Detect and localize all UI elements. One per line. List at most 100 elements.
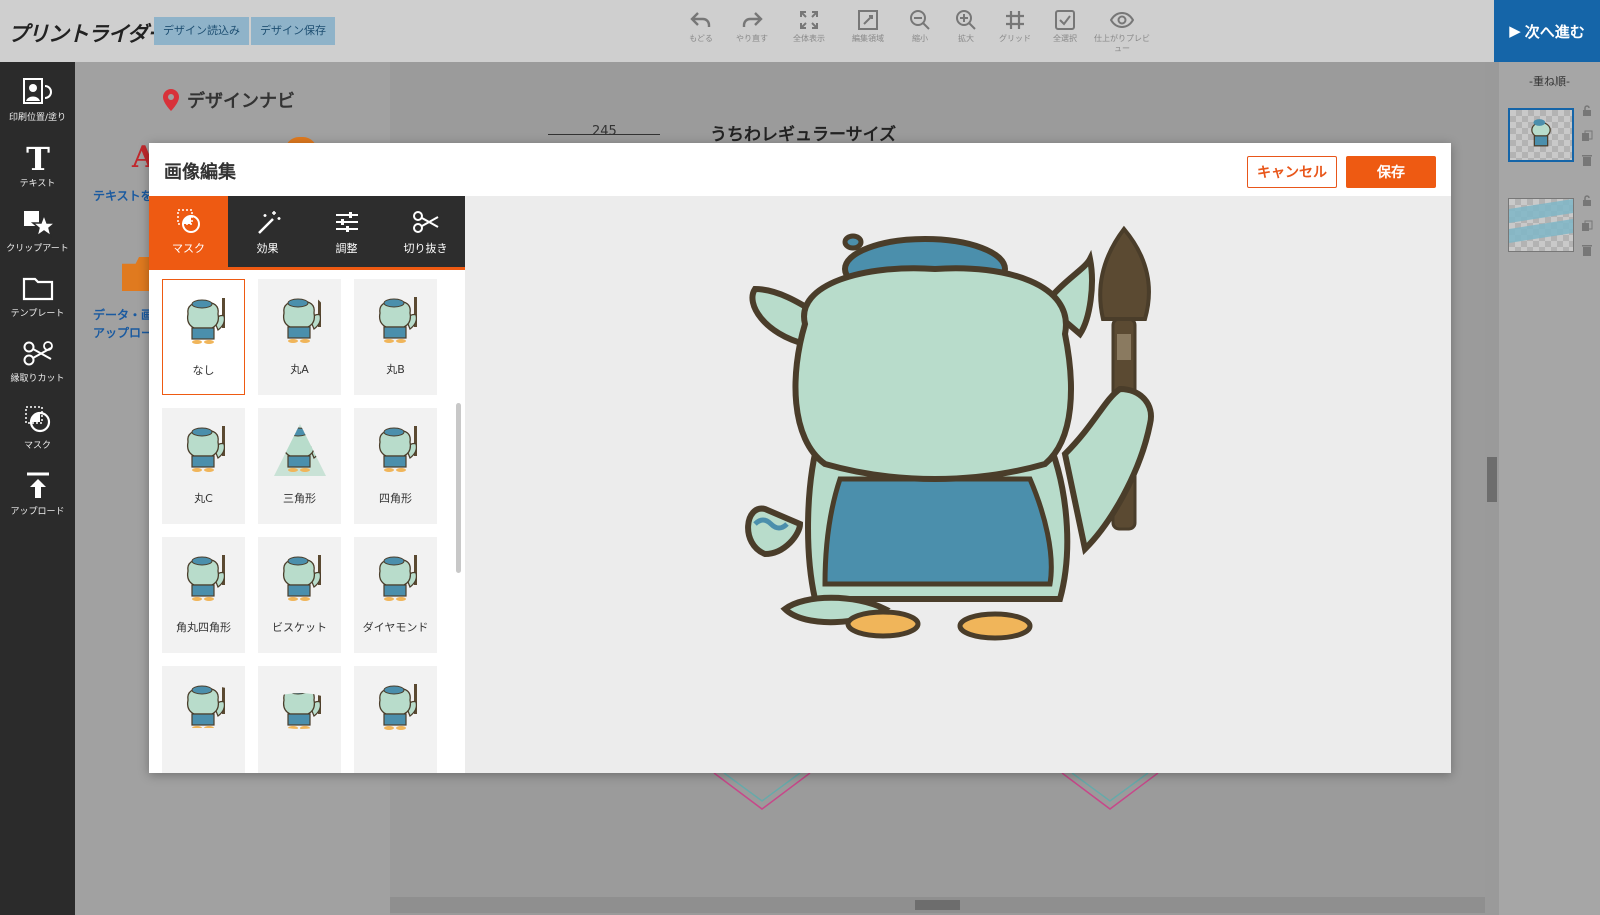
navi-link-upload[interactable]: アップロー bbox=[93, 324, 153, 341]
mask-preview-thumbnail bbox=[186, 426, 225, 472]
layer-copy-icon[interactable] bbox=[1581, 217, 1593, 231]
mask-option-label: ビスケット bbox=[272, 621, 327, 634]
mask-list-scrollbar[interactable] bbox=[456, 403, 461, 573]
uchiwa-outline-right bbox=[1061, 773, 1159, 810]
sidebar-item-clipart[interactable]: クリップアート bbox=[0, 207, 75, 254]
mask-icon bbox=[24, 406, 50, 433]
sidebar-item-text[interactable]: T テキスト bbox=[0, 142, 75, 189]
mask-preview-thumbnail bbox=[282, 297, 321, 343]
undo-icon bbox=[690, 12, 711, 27]
layer-item-character[interactable] bbox=[1508, 108, 1574, 162]
sidebar-item-outline-cut[interactable]: 縁取りカット bbox=[0, 337, 75, 384]
undo-button[interactable]: もどる bbox=[674, 8, 728, 44]
select-all-button[interactable]: 全選択 bbox=[1038, 8, 1092, 44]
navi-link-text[interactable]: テキストを bbox=[93, 187, 153, 204]
sidebar-label-text: テキスト bbox=[19, 179, 56, 189]
mask-option-label: 丸B bbox=[386, 363, 405, 376]
navi-link-data-image[interactable]: データ・画 bbox=[93, 306, 153, 323]
edit-area-button[interactable]: 編集領域 bbox=[841, 8, 895, 44]
image-edit-modal: 画像編集 キャンセル 保存 マスク 効果 調整 切り抜き なし 丸A 丸B 丸C 三角形… bbox=[149, 143, 1451, 773]
sidebar-label-mask: マスク bbox=[23, 441, 51, 451]
zoom-in-label: 拡大 bbox=[958, 34, 974, 43]
sidebar-label-template: テンプレート bbox=[10, 309, 65, 319]
sidebar-label-outline-cut: 縁取りカット bbox=[10, 374, 65, 384]
save-design-button[interactable]: デザイン保存 bbox=[251, 17, 335, 45]
layer-thumb-background bbox=[1509, 199, 1573, 243]
text-icon: T bbox=[26, 142, 50, 174]
load-design-button[interactable]: デザイン読込み bbox=[154, 17, 249, 45]
mask-option[interactable]: なし bbox=[162, 279, 245, 395]
mask-preview-thumbnail bbox=[378, 297, 417, 343]
image-preview bbox=[465, 196, 1451, 773]
cancel-button[interactable]: キャンセル bbox=[1247, 156, 1337, 188]
mask-option[interactable]: 三角形 bbox=[258, 408, 341, 524]
mask-preview-thumbnail bbox=[273, 424, 326, 476]
zoom-out-icon bbox=[910, 10, 930, 30]
sidebar-label-upload: アップロード bbox=[10, 507, 65, 517]
mask-preview-thumbnail bbox=[378, 684, 417, 730]
mask-option[interactable]: 丸C bbox=[162, 408, 245, 524]
mask-icon bbox=[176, 209, 200, 233]
scissors-icon bbox=[23, 341, 53, 366]
mask-option-list: なし 丸A 丸B 丸C 三角形 四角形角丸四角形 ビスケット ダイヤモンド bbox=[149, 270, 465, 773]
sidebar-item-print-position[interactable]: 印刷位置/塗り bbox=[0, 76, 75, 123]
tab-mask[interactable]: マスク bbox=[149, 196, 228, 267]
vertical-scroll-thumb[interactable] bbox=[1487, 457, 1497, 502]
dimension-label: 245 bbox=[592, 124, 617, 139]
preview-button[interactable]: 仕上がりプレビュー bbox=[1094, 8, 1150, 54]
clipart-icon bbox=[23, 211, 55, 238]
edit-area-icon bbox=[858, 10, 878, 30]
save-button[interactable]: 保存 bbox=[1346, 156, 1436, 188]
redo-icon bbox=[742, 12, 763, 27]
tab-crop[interactable]: 切り抜き bbox=[386, 196, 465, 267]
mask-option-label: 丸C bbox=[194, 492, 213, 505]
mask-preview-thumbnail bbox=[186, 555, 225, 601]
layer-copy-icon[interactable] bbox=[1581, 127, 1593, 141]
sliders-icon bbox=[335, 212, 358, 232]
product-title: うちわレギュラーサイズ bbox=[710, 125, 897, 145]
layer-lock-icon[interactable] bbox=[1581, 192, 1593, 206]
horizontal-scroll-thumb[interactable] bbox=[915, 900, 960, 910]
next-button[interactable]: ▶ 次へ進む bbox=[1494, 0, 1600, 62]
mask-option[interactable] bbox=[354, 666, 437, 773]
mask-option[interactable] bbox=[258, 666, 341, 773]
play-icon: ▶ bbox=[1509, 22, 1521, 40]
mask-option[interactable]: 丸B bbox=[354, 279, 437, 395]
zoom-in-icon bbox=[956, 10, 976, 30]
vertical-scrollbar[interactable] bbox=[1485, 62, 1499, 900]
mask-option[interactable]: ダイヤモンド bbox=[354, 537, 437, 653]
fit-screen-label: 全体表示 bbox=[793, 34, 825, 43]
select-all-icon bbox=[1055, 10, 1075, 30]
sidebar-item-upload[interactable]: アップロード bbox=[0, 470, 75, 517]
mask-option[interactable]: 角丸四角形 bbox=[162, 537, 245, 653]
redo-button[interactable]: やり直す bbox=[725, 8, 779, 44]
tab-effects[interactable]: 効果 bbox=[228, 196, 307, 267]
layer-panel-title: -重ね順- bbox=[1529, 75, 1570, 88]
grid-button[interactable]: グリッド bbox=[988, 8, 1042, 44]
sidebar-item-mask[interactable]: マスク bbox=[0, 404, 75, 451]
horizontal-scrollbar[interactable] bbox=[390, 897, 1485, 913]
mask-option[interactable] bbox=[162, 666, 245, 773]
layer-thumb-character bbox=[1531, 119, 1551, 147]
zoom-in-button[interactable]: 拡大 bbox=[939, 8, 993, 44]
grid-label: グリッド bbox=[999, 34, 1031, 43]
mask-preview-thumbnail bbox=[186, 298, 225, 344]
design-navi-title: デザインナビ bbox=[163, 87, 295, 113]
mask-option[interactable]: 丸A bbox=[258, 279, 341, 395]
mask-option-label: なし bbox=[192, 364, 215, 377]
layer-panel: -重ね順- bbox=[1499, 62, 1600, 915]
mask-preview-thumbnail bbox=[378, 555, 417, 601]
mask-option[interactable]: ビスケット bbox=[258, 537, 341, 653]
tab-adjust[interactable]: 調整 bbox=[307, 196, 386, 267]
layer-lock-icon[interactable] bbox=[1581, 102, 1593, 116]
mask-option-label: ダイヤモンド bbox=[362, 621, 429, 634]
layer-item-background[interactable] bbox=[1508, 198, 1574, 252]
mask-option[interactable]: 四角形 bbox=[354, 408, 437, 524]
app-logo[interactable]: プリントライダー bbox=[8, 18, 168, 48]
redo-label: やり直す bbox=[736, 34, 768, 43]
fit-screen-button[interactable]: 全体表示 bbox=[782, 8, 836, 44]
layer-delete-icon[interactable] bbox=[1581, 241, 1593, 256]
sidebar-item-template[interactable]: テンプレート bbox=[0, 272, 75, 319]
layer-delete-icon[interactable] bbox=[1581, 151, 1593, 166]
mask-preview-thumbnail bbox=[282, 555, 321, 601]
